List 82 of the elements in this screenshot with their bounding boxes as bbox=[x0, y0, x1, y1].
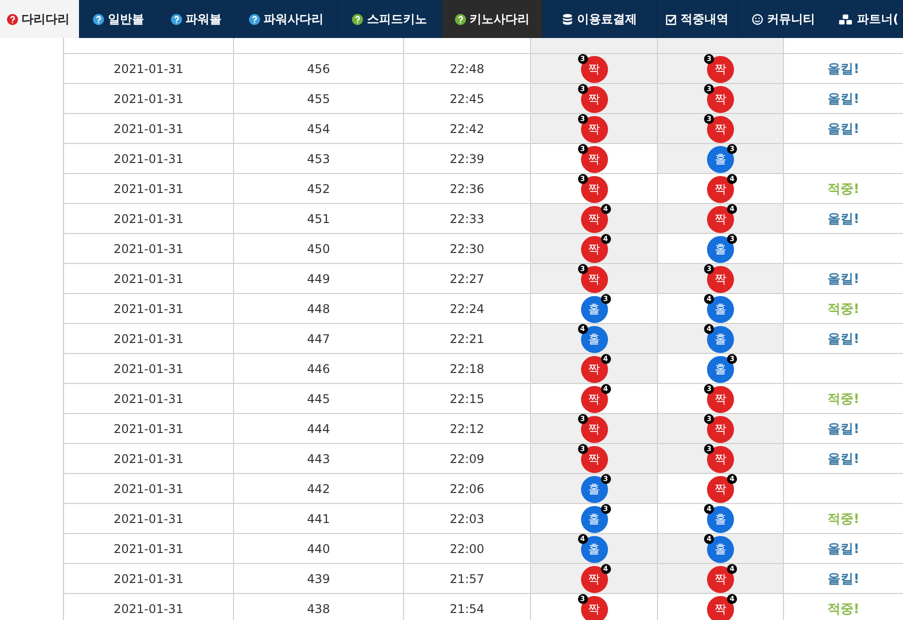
round-cell: 444 bbox=[307, 422, 330, 436]
time-cell: 22:33 bbox=[450, 212, 484, 226]
time-cell: 22:18 bbox=[450, 362, 484, 376]
result-label: 올킬! bbox=[828, 450, 860, 468]
round-cell: 451 bbox=[307, 212, 330, 226]
result-label: 적중! bbox=[828, 300, 860, 318]
round-cell: 449 bbox=[307, 272, 330, 286]
database-icon bbox=[562, 14, 573, 24]
round-cell: 450 bbox=[307, 242, 330, 256]
time-cell: 22:09 bbox=[450, 452, 484, 466]
round-cell: 446 bbox=[307, 362, 330, 376]
date-cell: 2021-01-31 bbox=[114, 212, 184, 226]
round-cell: 443 bbox=[307, 452, 330, 466]
date-cell: 2021-01-31 bbox=[114, 512, 184, 526]
date-cell: 2021-01-31 bbox=[114, 62, 184, 76]
time-cell: 21:54 bbox=[450, 602, 484, 616]
result-label: 적중! bbox=[828, 390, 860, 408]
time-cell: 21:57 bbox=[450, 572, 484, 586]
round-cell: 439 bbox=[307, 572, 330, 586]
time-cell: 22:45 bbox=[450, 92, 484, 106]
result-label: 적중! bbox=[828, 180, 860, 198]
time-cell: 22:00 bbox=[450, 542, 484, 556]
date-cell: 2021-01-31 bbox=[114, 422, 184, 436]
date-cell: 2021-01-31 bbox=[114, 182, 184, 196]
result-label: 적중! bbox=[828, 600, 860, 618]
result-label: 올킬! bbox=[828, 420, 860, 438]
nav-tab[interactable]: 파트너( bbox=[830, 0, 903, 38]
result-label: 올킬! bbox=[828, 570, 860, 588]
time-cell: 22:42 bbox=[450, 122, 484, 136]
round-cell: 448 bbox=[307, 302, 330, 316]
time-cell: 22:36 bbox=[450, 182, 484, 196]
date-cell: 2021-01-31 bbox=[114, 152, 184, 166]
round-cell: 453 bbox=[307, 152, 330, 166]
result-label: 올킬! bbox=[828, 540, 860, 558]
date-cell: 2021-01-31 bbox=[114, 452, 184, 466]
time-cell: 22:12 bbox=[450, 422, 484, 436]
result-label: 올킬! bbox=[828, 270, 860, 288]
nav-tab[interactable]: 다리다리 bbox=[0, 0, 80, 38]
date-cell: 2021-01-31 bbox=[114, 92, 184, 106]
date-cell: 2021-01-31 bbox=[114, 122, 184, 136]
round-cell: 456 bbox=[307, 62, 330, 76]
result-label: 올킬! bbox=[828, 210, 860, 228]
date-cell: 2021-01-31 bbox=[114, 272, 184, 286]
date-cell: 2021-01-31 bbox=[114, 542, 184, 556]
time-cell: 22:24 bbox=[450, 302, 484, 316]
nav-tab[interactable]: 파워볼 bbox=[158, 0, 235, 38]
date-cell: 2021-01-31 bbox=[114, 302, 184, 316]
round-cell: 438 bbox=[307, 602, 330, 616]
round-cell: 455 bbox=[307, 92, 330, 106]
result-label: 적중! bbox=[828, 510, 860, 528]
time-cell: 22:06 bbox=[450, 482, 484, 496]
result-label: 올킬! bbox=[828, 60, 860, 78]
date-cell: 2021-01-31 bbox=[114, 362, 184, 376]
date-cell: 2021-01-31 bbox=[114, 482, 184, 496]
result-label: 올킬! bbox=[828, 90, 860, 108]
checkbox-icon bbox=[666, 14, 676, 24]
round-cell: 454 bbox=[307, 122, 330, 136]
round-cell: 441 bbox=[307, 512, 330, 526]
nav-tab[interactable]: 키노사다리 bbox=[442, 0, 543, 38]
round-cell: 442 bbox=[307, 482, 330, 496]
nav-tab[interactable]: 일반볼 bbox=[80, 0, 158, 38]
date-cell: 2021-01-31 bbox=[114, 332, 184, 346]
date-cell: 2021-01-31 bbox=[114, 572, 184, 586]
round-cell: 447 bbox=[307, 332, 330, 346]
date-cell: 2021-01-31 bbox=[114, 392, 184, 406]
date-cell: 2021-01-31 bbox=[114, 602, 184, 616]
time-cell: 22:15 bbox=[450, 392, 484, 406]
time-cell: 22:39 bbox=[450, 152, 484, 166]
time-cell: 22:03 bbox=[450, 512, 484, 526]
cubes-icon bbox=[838, 14, 853, 24]
date-cell: 2021-01-31 bbox=[114, 242, 184, 256]
round-cell: 440 bbox=[307, 542, 330, 556]
round-cell: 445 bbox=[307, 392, 330, 406]
time-cell: 22:27 bbox=[450, 272, 484, 286]
round-cell: 452 bbox=[307, 182, 330, 196]
time-cell: 22:21 bbox=[450, 332, 484, 346]
smiley-icon bbox=[752, 14, 763, 24]
time-cell: 22:30 bbox=[450, 242, 484, 256]
time-cell: 22:48 bbox=[450, 62, 484, 76]
nav-tab[interactable]: 파워사다리 bbox=[235, 0, 338, 38]
result-label: 올킬! bbox=[828, 120, 860, 138]
result-label: 올킬! bbox=[828, 330, 860, 348]
